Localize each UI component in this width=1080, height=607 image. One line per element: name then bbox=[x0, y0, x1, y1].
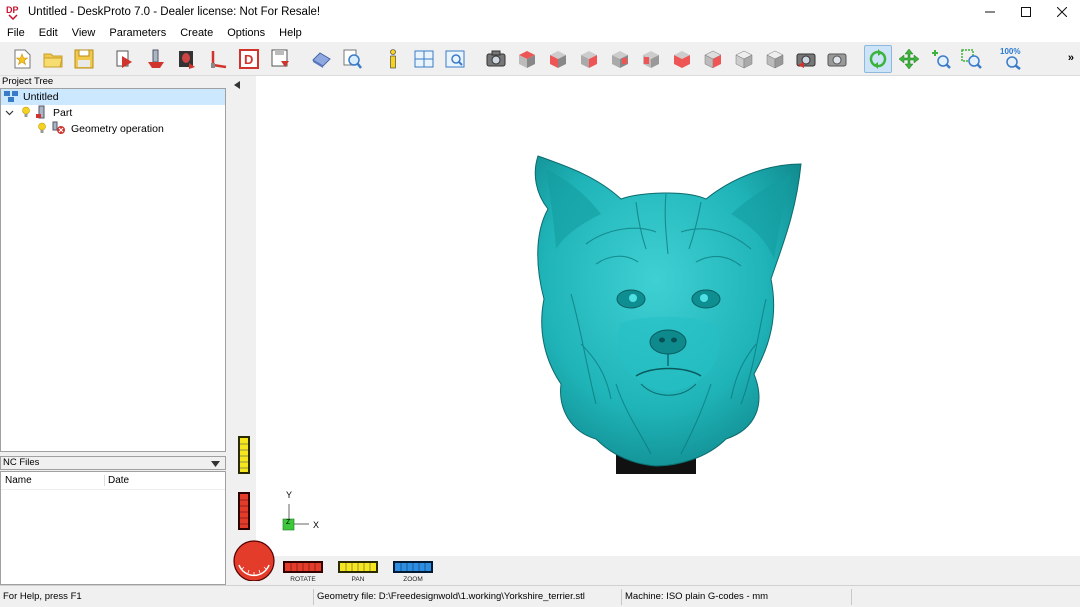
view-iso2-button[interactable] bbox=[730, 45, 758, 73]
eraser-button[interactable] bbox=[307, 45, 335, 73]
open-project-button[interactable] bbox=[39, 45, 67, 73]
operation-parameters-button[interactable] bbox=[142, 45, 170, 73]
axis-x-label: X bbox=[313, 520, 320, 530]
view-left-button[interactable] bbox=[637, 45, 665, 73]
main-toolbar: D 100% » bbox=[0, 42, 1080, 76]
viewport-left-strip bbox=[231, 76, 256, 585]
menu-view[interactable]: View bbox=[65, 27, 103, 39]
column-header-date[interactable]: Date bbox=[105, 475, 129, 486]
nc-files-header: NC Files bbox=[0, 456, 226, 470]
write-nc-file-button[interactable] bbox=[266, 45, 294, 73]
pan-label: PAN bbox=[351, 576, 365, 583]
zoom-mode-button[interactable] bbox=[926, 45, 954, 73]
inspect-button[interactable] bbox=[338, 45, 366, 73]
close-button[interactable] bbox=[1044, 0, 1080, 24]
svg-text:DP: DP bbox=[6, 5, 19, 15]
menu-options[interactable]: Options bbox=[220, 27, 272, 39]
pan-mode-button[interactable] bbox=[895, 45, 923, 73]
status-bar: For Help, press F1 Geometry file: D:\Fre… bbox=[0, 585, 1080, 607]
project-icon bbox=[4, 90, 20, 105]
dropdown-arrow-icon[interactable] bbox=[211, 459, 220, 471]
maximize-button[interactable] bbox=[1008, 0, 1044, 24]
status-help-text: For Help, press F1 bbox=[0, 588, 314, 605]
rotate-control[interactable]: ROTATE bbox=[283, 561, 323, 583]
menu-parameters[interactable]: Parameters bbox=[102, 27, 173, 39]
tree-item-label: Geometry operation bbox=[71, 123, 164, 135]
store-view-button[interactable] bbox=[823, 45, 851, 73]
axis-z-label: Z bbox=[286, 519, 291, 526]
title-bar: DP Untitled - DeskProto 7.0 - Dealer lic… bbox=[0, 0, 1080, 24]
app-logo-icon: DP bbox=[6, 4, 22, 21]
tree-item-label: Untitled bbox=[23, 91, 59, 103]
view-back-button[interactable] bbox=[606, 45, 634, 73]
menu-edit[interactable]: Edit bbox=[32, 27, 65, 39]
view-iso-button[interactable] bbox=[699, 45, 727, 73]
tree-item-label: Part bbox=[53, 107, 73, 119]
rotate-mode-button[interactable] bbox=[864, 44, 892, 73]
four-views-button[interactable] bbox=[410, 45, 438, 73]
rotate-dial-icon[interactable] bbox=[232, 539, 276, 584]
part-parameters-button[interactable] bbox=[111, 45, 139, 73]
new-project-button[interactable] bbox=[8, 45, 36, 73]
part-icon bbox=[35, 105, 51, 122]
nc-files-list[interactable]: Name Date bbox=[0, 471, 226, 585]
view-front-button[interactable] bbox=[544, 45, 572, 73]
3d-viewport[interactable]: ROTATE PAN ZOOM Y Z X bbox=[231, 76, 1080, 585]
menu-bar: File Edit View Parameters Create Options… bbox=[0, 24, 1080, 42]
camera-button[interactable] bbox=[482, 45, 510, 73]
lightbulb-icon[interactable] bbox=[37, 122, 51, 137]
status-machine: Machine: ISO plain G-codes - mm bbox=[622, 588, 852, 605]
preview-window-button[interactable] bbox=[441, 45, 469, 73]
column-header-name[interactable]: Name bbox=[1, 475, 105, 486]
axis-triad: Y Z X bbox=[279, 490, 329, 536]
vector-operation-button[interactable] bbox=[204, 45, 232, 73]
tree-item-geometry-operation[interactable]: Geometry operation bbox=[1, 121, 225, 137]
project-tree-header: Project Tree bbox=[0, 76, 226, 88]
info-button[interactable] bbox=[379, 45, 407, 73]
view-top-button[interactable] bbox=[513, 45, 541, 73]
status-geometry-file: Geometry file: D:\Freedesignwold\1.worki… bbox=[314, 588, 622, 605]
operation-error-icon bbox=[51, 121, 69, 138]
3d-model-yorkshire-terrier[interactable] bbox=[526, 154, 816, 479]
tree-item-part[interactable]: Part bbox=[1, 105, 225, 121]
tree-item-untitled[interactable]: Untitled bbox=[1, 89, 225, 105]
menu-create[interactable]: Create bbox=[173, 27, 220, 39]
zoom-control[interactable]: ZOOM bbox=[393, 561, 433, 583]
save-project-button[interactable] bbox=[70, 45, 98, 73]
view-right-button[interactable] bbox=[575, 45, 603, 73]
zoom-100-label: 100% bbox=[1000, 46, 1021, 56]
view-bottom-button[interactable] bbox=[668, 45, 696, 73]
view-iso3-button[interactable] bbox=[761, 45, 789, 73]
rotate-slider-vertical[interactable] bbox=[238, 492, 250, 533]
zoom-label: ZOOM bbox=[403, 576, 423, 583]
lightbulb-icon[interactable] bbox=[21, 106, 35, 121]
nc-files-column-headers: Name Date bbox=[1, 472, 225, 490]
restore-view-button[interactable] bbox=[792, 45, 820, 73]
rotate-label: ROTATE bbox=[290, 576, 316, 583]
minimize-button[interactable] bbox=[972, 0, 1008, 24]
left-panel: Project Tree Untitled Part Geometry oper… bbox=[0, 76, 226, 585]
zoom-100-button[interactable]: 100% bbox=[998, 45, 1026, 73]
menu-file[interactable]: File bbox=[0, 27, 32, 39]
drill-operation-button[interactable]: D bbox=[235, 45, 263, 73]
pan-control[interactable]: PAN bbox=[338, 561, 378, 583]
collapse-left-arrow-icon[interactable] bbox=[234, 80, 240, 92]
bitmap-operation-button[interactable] bbox=[173, 45, 201, 73]
chevron-down-icon[interactable] bbox=[5, 108, 17, 119]
pan-slider-vertical[interactable] bbox=[238, 436, 250, 477]
project-tree: Untitled Part Geometry operation bbox=[0, 88, 226, 452]
zoom-window-button[interactable] bbox=[957, 45, 985, 73]
toolbar-overflow-chevron-icon[interactable]: » bbox=[1068, 52, 1074, 64]
menu-help[interactable]: Help bbox=[272, 27, 309, 39]
window-title: Untitled - DeskProto 7.0 - Dealer licens… bbox=[28, 6, 321, 18]
svg-text:D: D bbox=[244, 52, 253, 67]
